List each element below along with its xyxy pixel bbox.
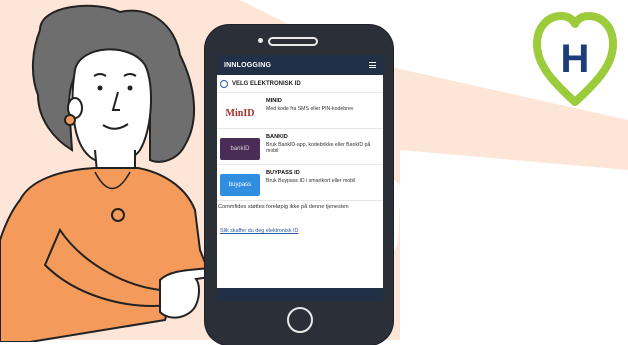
smartphone: INNLOGGING VELG ELEKTRONISK ID MinID MIN… <box>205 25 393 345</box>
minid-logo: MinID <box>220 102 260 124</box>
hamburger-menu-icon[interactable] <box>369 62 376 68</box>
screen-footer <box>217 288 383 301</box>
illustration-scene: INNLOGGING VELG ELEKTRONISK ID MinID MIN… <box>0 0 628 345</box>
section-heading: VELG ELEKTRONISK ID <box>217 75 383 93</box>
earring-icon <box>64 114 76 126</box>
option-description: Med kode fra SMS eller PIN-kodebrev <box>266 105 354 112</box>
option-minid[interactable]: MinID MINID Med kode fra SMS eller PIN-k… <box>217 93 383 129</box>
woman-face <box>71 48 153 165</box>
phone-screen: INNLOGGING VELG ELEKTRONISK ID MinID MIN… <box>217 55 383 301</box>
section-title: VELG ELEKTRONISK ID <box>232 81 301 87</box>
option-name: MINID <box>266 98 282 104</box>
commfides-note: Commfides støttes foreløpig ikke på denn… <box>218 204 349 210</box>
eid-icon <box>220 80 228 88</box>
option-bankid[interactable]: bankID BANKID Bruk BankID-app, kodebrikk… <box>217 129 383 165</box>
bankid-logo: bankID <box>220 138 260 160</box>
camera-icon <box>258 38 263 43</box>
option-name: BUYPASS ID <box>266 170 300 176</box>
buypass-logo: buypass <box>220 174 260 196</box>
brand-logo-letter: H <box>561 37 590 81</box>
login-header: INNLOGGING <box>217 55 383 75</box>
home-button[interactable] <box>287 307 313 333</box>
option-description: Bruk Buypass ID i smartkort eller mobil <box>266 177 356 184</box>
brand-logo: H <box>533 12 617 106</box>
pendant-icon <box>111 208 125 222</box>
option-name: BANKID <box>266 134 288 140</box>
get-eid-help-link[interactable]: Slik skaffer du deg elektronisk ID <box>217 216 383 234</box>
speaker-grille <box>268 37 318 46</box>
header-title: INNLOGGING <box>224 61 272 69</box>
option-buypass[interactable]: buypass BUYPASS ID Bruk Buypass ID i sma… <box>217 165 383 201</box>
option-description: Bruk BankID-app, kodebrikke eller BankID… <box>266 141 371 155</box>
